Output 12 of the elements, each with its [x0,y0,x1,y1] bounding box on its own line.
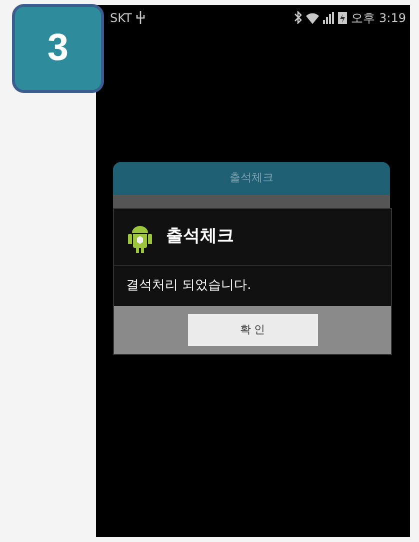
dialog-title: 출석체크 [166,225,234,248]
carrier-label: SKT [110,10,132,26]
battery-icon [338,11,348,24]
signal-icon [323,12,334,24]
dialog-title: 출석체크 [230,170,274,186]
dialog-message: 결석처리 되었습니다. [126,277,252,296]
wifi-icon [306,12,320,24]
ok-button[interactable]: 확 인 [188,314,318,346]
bluetooth-icon [294,11,302,24]
usb-icon [136,11,145,24]
clock-time: 오후 3:19 [351,10,406,26]
step-number: 3 [47,26,69,71]
